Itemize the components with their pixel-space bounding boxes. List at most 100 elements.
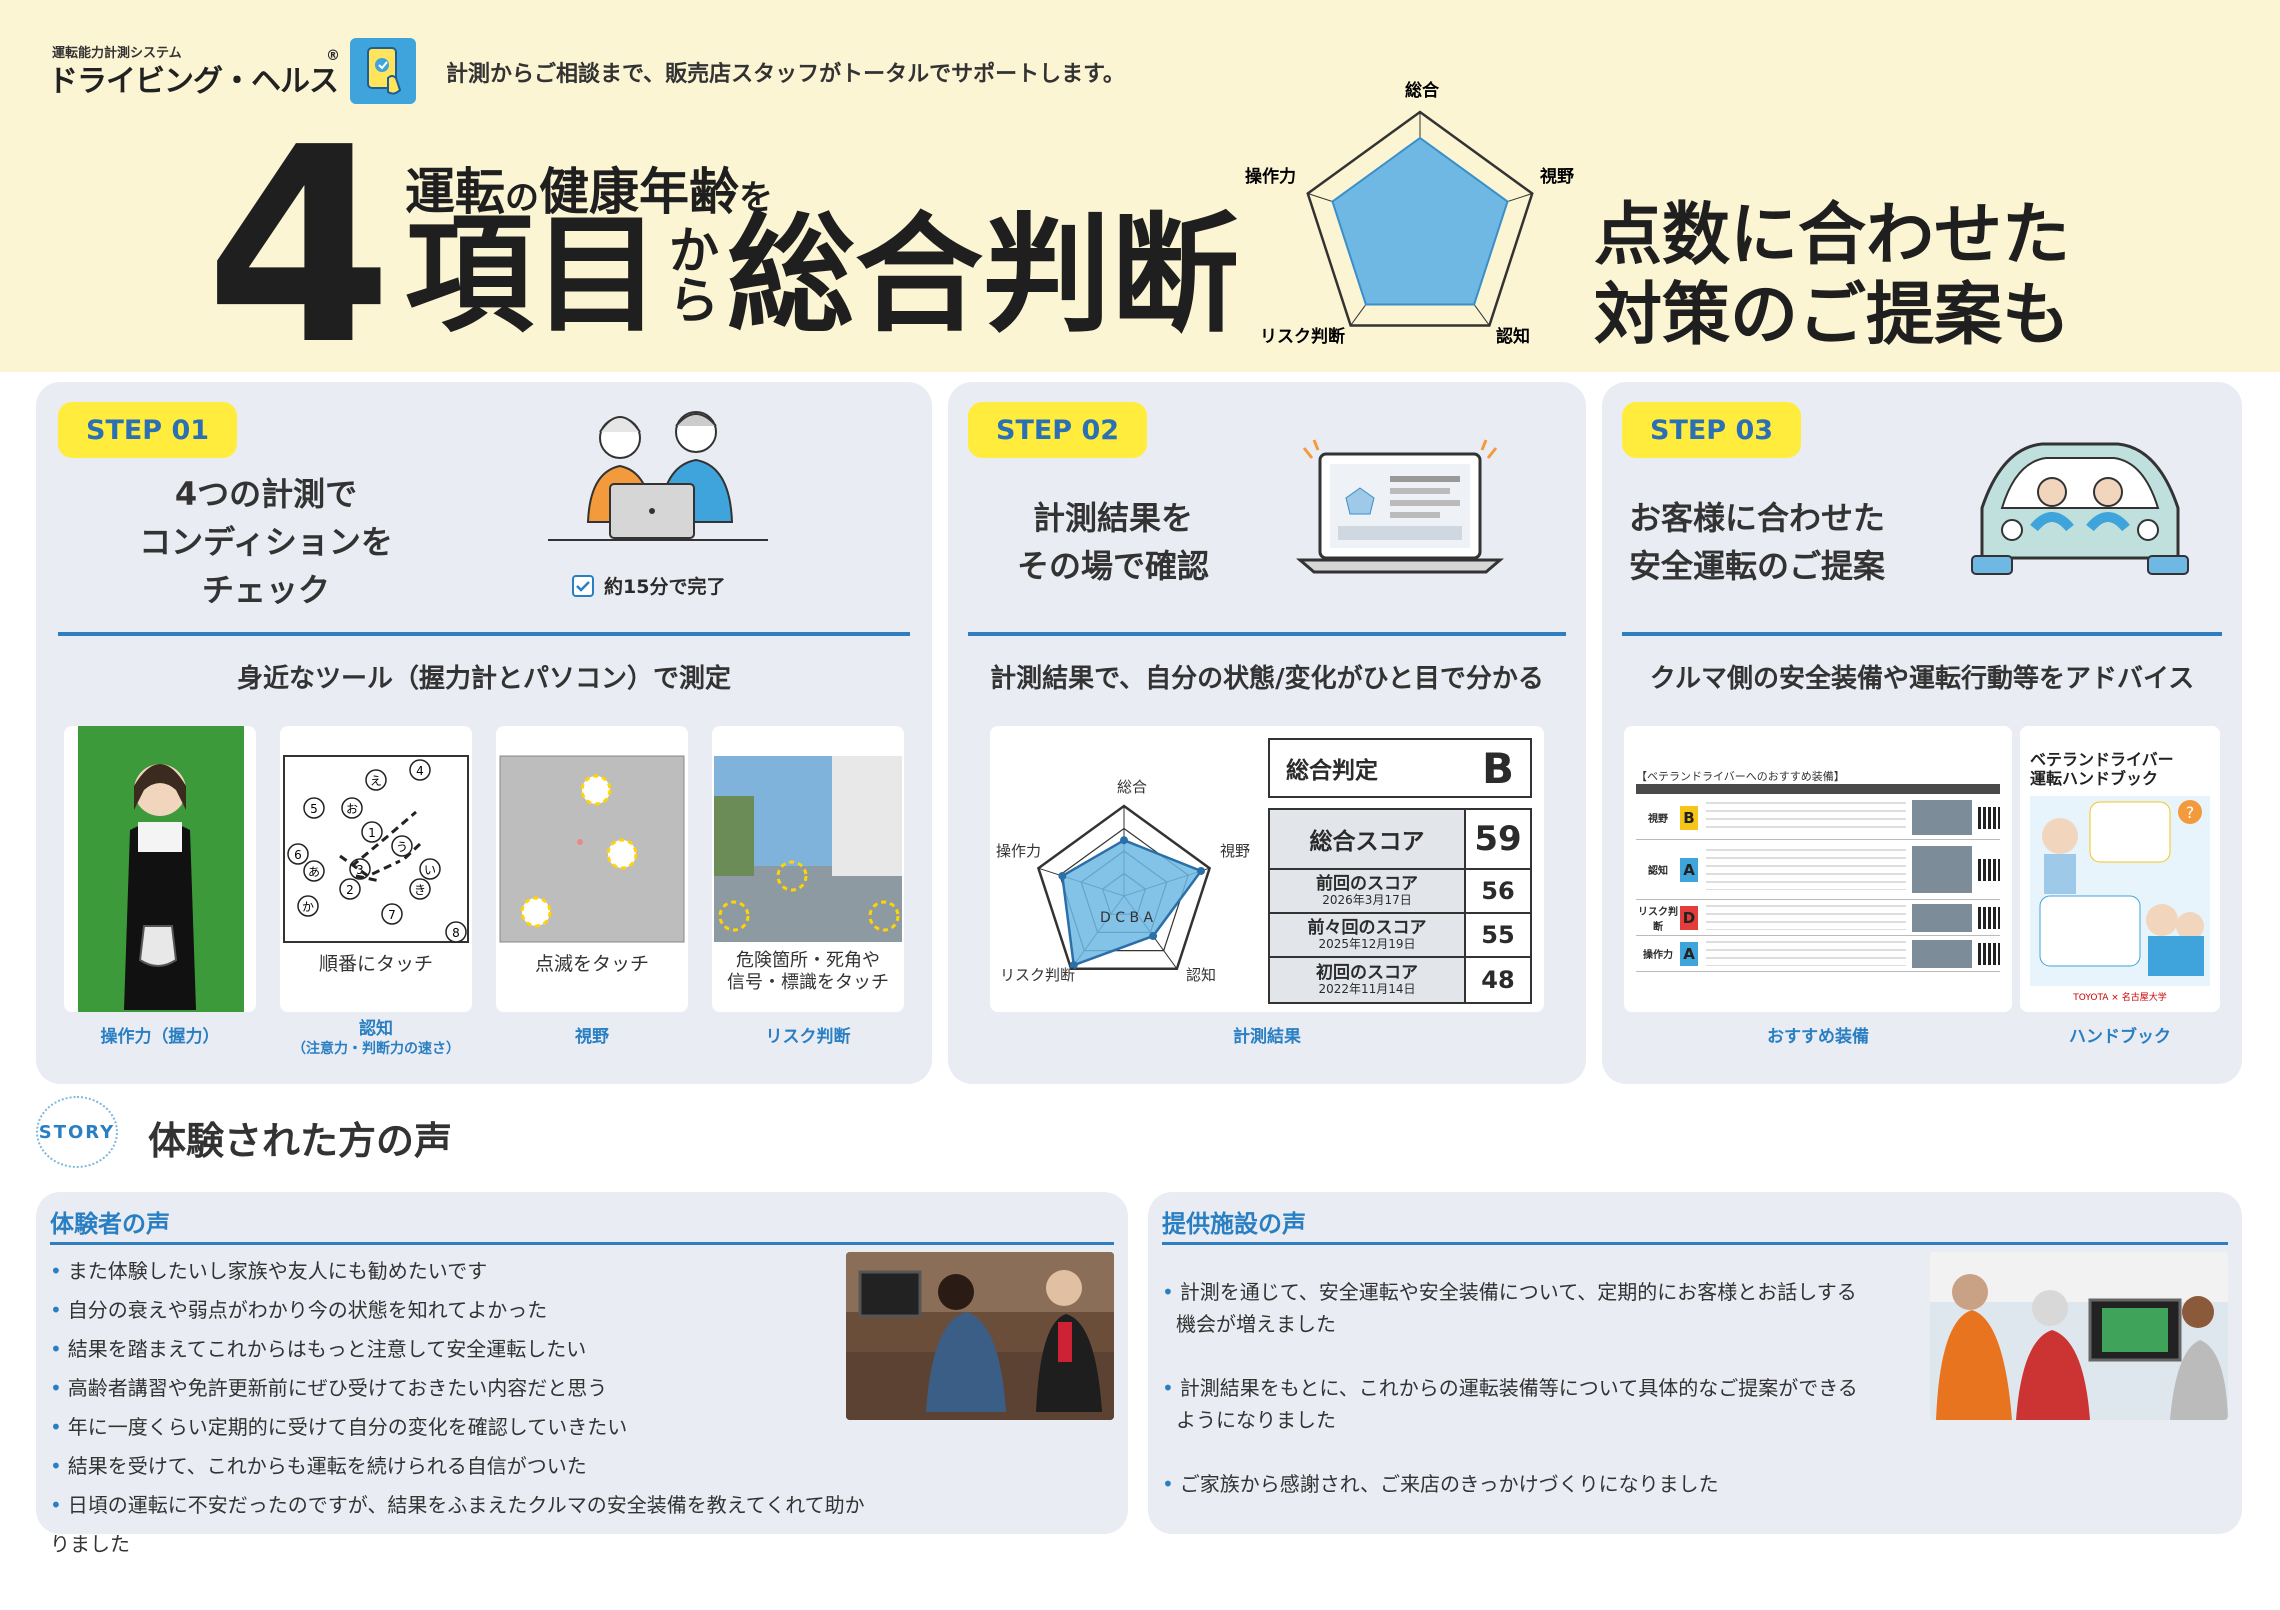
equipment-item-label: リスク判断 (1638, 906, 1678, 933)
total-score-label: 総合スコア (1270, 810, 1466, 868)
checkbox-icon (572, 574, 594, 597)
results-radar-chart: D C B A 総合 視野 認知 リスク判断 操作力 (996, 778, 1250, 984)
radar2-label-overall: 総合 (1117, 778, 1147, 796)
history-score-value: 56 (1466, 870, 1530, 912)
history-score-row: 初回のスコア 2022年11月14日 48 (1270, 958, 1530, 1002)
caption-cognition: 認知 （注意力・判断力の速さ） (280, 1018, 472, 1058)
radar-value-area (1061, 838, 1204, 967)
radar2-label-vision: 視野 (1220, 842, 1250, 860)
caption-handbook: ハンドブック (2069, 1027, 2171, 1047)
facility-voices-divider (1162, 1242, 2228, 1245)
history-date-text: 2026年3月17日 (1322, 892, 1412, 907)
equipment-grade-badge: A (1680, 857, 1698, 882)
touch-target-label: 2 (346, 883, 354, 897)
history-score-row: 前々回のスコア 2025年12月19日 55 (1270, 914, 1530, 958)
facility-photo-art (1930, 1252, 2228, 1420)
big-number-four: 4 (205, 89, 393, 404)
duration-note: 約15分で完了 (572, 572, 725, 599)
registered-mark: ® (326, 48, 340, 64)
overall-judgement-box: 総合判定 B (1268, 738, 1532, 798)
qr-code-icon (1978, 942, 2000, 965)
step2-title-line: その場で確認 (1016, 547, 1209, 585)
user-voice-item: 自分の衰えや弱点がわかり今の状態を知れてよかった (50, 1291, 870, 1330)
equipment-detail-lines (1706, 802, 1906, 833)
touch-order-card: え45お16うあ3い2きか78 順番にタッチ (280, 726, 472, 1012)
facility-voice-line: 計測を通じて、安全運転や安全装備について、定期的にお客様とお話しする (1179, 1280, 1857, 1304)
user-voice-item: 年に一度くらい定期的に受けて自分の変化を確認していきたい (50, 1408, 870, 1447)
handbook-footer: TOYOTA × 名古屋大学 (2073, 993, 2167, 1003)
user-voice-item: 日頃の運転に不安だったのですが、結果をふまえたクルマの安全装備を教えてくれて助か… (50, 1486, 870, 1564)
facility-voice-line: 計測結果をもとに、これからの運転装備等について具体的なご提案ができる (1179, 1376, 1858, 1400)
touch-target-label: き (414, 883, 426, 897)
proposal-line-2: 対策のご提案も (1594, 276, 2071, 356)
step3-title: お客様に合わせた 安全運転のご提案 (1612, 494, 1902, 590)
radar-data-point (1149, 932, 1158, 941)
step2-subhead: 計測結果で、自分の状態/変化がひと目で分かる (990, 664, 1544, 694)
radar2-label-operation: 操作力 (996, 842, 1041, 860)
caption-cognition-sub: （注意力・判断力の速さ） (292, 1041, 460, 1058)
history-date-text: 2025年12月19日 (1318, 936, 1416, 951)
headline-kara-ra: ら (669, 272, 720, 330)
radar-data-point (1197, 866, 1206, 875)
judgement-label: 総合判定 (1286, 758, 1378, 784)
step2-divider (968, 632, 1566, 636)
step2-badge: STEP 02 (968, 402, 1148, 458)
equipment-table-row: 視野 B (1636, 796, 2000, 840)
handbook-card: ベテランドライバー 運転ハンドブック ? TOYOTA × 名古屋大学 (2020, 726, 2220, 1012)
radar-label-cognition: 認知 (1496, 326, 1530, 347)
caption-cognition-title: 認知 (359, 1019, 393, 1039)
headline-main: 項目 か ら 総合判断 (405, 212, 1239, 340)
step1-title-line: 4つの計測で (174, 475, 358, 513)
step2-panel: STEP 02 計測結果を その場で確認 計測結果で、自分の状態/変化がひと目で… (948, 382, 1586, 1084)
touch-target-label: 7 (388, 908, 396, 922)
touch-target-label: い (424, 863, 436, 877)
facility-voice-line: ご家族から感謝され、ご来店のきっかけづくりになりました (1179, 1472, 1719, 1496)
step3-subhead: クルマ側の安全装備や運転行動等をアドバイス (1649, 664, 2195, 694)
equipment-item-label: 認知 (1648, 866, 1668, 877)
equipment-grade-badge: D (1680, 905, 1698, 930)
caption-equipment: おすすめ装備 (1767, 1027, 1869, 1047)
step3-title-line: お客様に合わせた (1628, 499, 1885, 537)
step1-title-line: コンディションを (139, 523, 393, 561)
score-table: 総合スコア 59 前回のスコア 2026年3月17日 56 前々回のスコア 2025年1… (1268, 808, 1532, 1004)
touch-order-screen: え45 お16うあ 3 い2 きか78 順番にタッチ (283, 755, 469, 975)
equipment-table-row: リスク判断 D (1636, 900, 2000, 936)
handbook-cover-art: ? (2030, 796, 2210, 986)
caption-results: 計測結果 (1233, 1027, 1301, 1047)
user-voice-item: 結果を受けて、これからも運転を続けられる自信がついた (50, 1447, 870, 1486)
user-voices-panel: 体験者の声 また体験したいし家族や友人にも勧めたいです自分の衰えや弱点がわかり今… (36, 1192, 1128, 1556)
step3-badge: STEP 03 (1622, 402, 1802, 458)
qr-code-icon (1978, 906, 2000, 929)
history-label-text: 前々回のスコア (1307, 918, 1427, 939)
headline-kara-ka: か (669, 222, 720, 280)
blink-touch-screen: 点滅をタッチ (499, 755, 685, 975)
equipment-photo (1912, 800, 1972, 835)
facility-voices-panel: 提供施設の声 計測を通じて、安全運転や安全装備について、定期的にお客様とお話しす… (1148, 1192, 2242, 1534)
equipment-table-title: 【ベテランドライバーへのおすすめ装備】 (1636, 770, 1845, 783)
equipment-table-row: 認知 A (1636, 840, 2000, 900)
history-score-label: 前回のスコア 2026年3月17日 (1270, 870, 1466, 912)
touch-target-label: え (370, 774, 382, 788)
step3-title-line: 安全運転のご提案 (1628, 547, 1885, 585)
radar2-label-risk: リスク判断 (1000, 966, 1075, 984)
grip-test-photo (78, 726, 244, 1012)
qr-code-icon (1978, 858, 2000, 881)
facility-voice-item: 計測結果をもとに、これからの運転装備等について具体的なご提案ができるようになりま… (1162, 1372, 1882, 1436)
equipment-detail-lines (1706, 941, 1906, 966)
user-voices-heading: 体験者の声 (50, 1210, 170, 1238)
story-badge: STORY (36, 1096, 118, 1168)
caption-vision: 視野 (575, 1027, 609, 1047)
handbook-title-1: ベテランドライバー (2030, 750, 2174, 769)
equipment-detail-lines (1706, 848, 1906, 891)
total-score-row: 総合スコア 59 (1270, 810, 1530, 870)
radar2-label-cognition: 認知 (1186, 966, 1216, 984)
svg-text:?: ? (2186, 803, 2195, 822)
equipment-detail-lines (1706, 905, 1906, 930)
equipment-grade-badge: A (1680, 941, 1698, 966)
radar-value-area (1331, 136, 1509, 306)
street-scene-screen: 危険箇所・死角や 信号・標識をタッチ (714, 756, 902, 993)
grip-test-card (64, 726, 256, 1012)
user-voices-divider (50, 1242, 1114, 1245)
caption-grip: 操作力（握力） (100, 1027, 220, 1047)
laptop-results-illustration (1295, 439, 1505, 574)
